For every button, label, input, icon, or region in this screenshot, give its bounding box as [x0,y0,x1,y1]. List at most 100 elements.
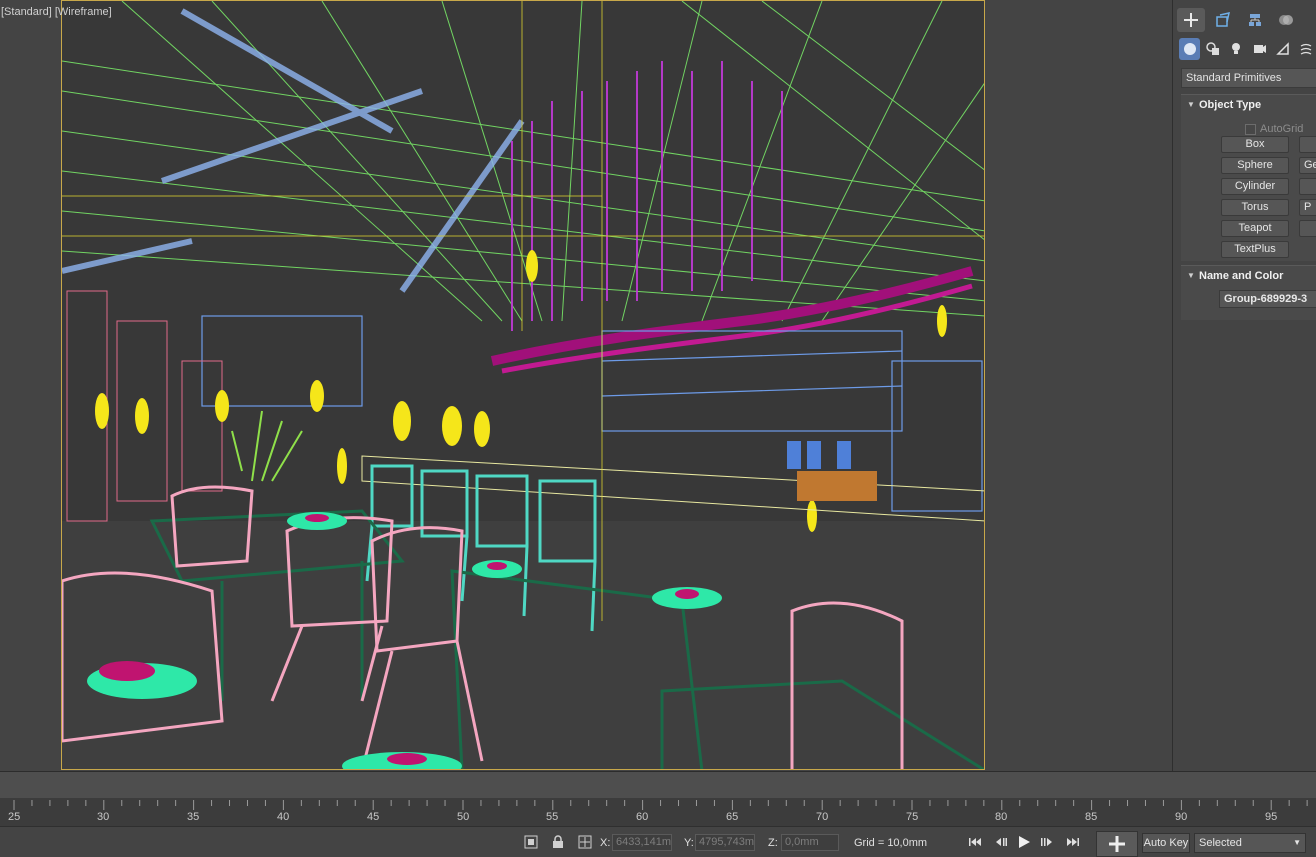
lock-button[interactable] [551,835,565,849]
shapes-subtab[interactable] [1202,38,1223,60]
autogrid-checkbox[interactable]: AutoGrid [1245,123,1303,135]
tick-label: 65 [726,811,739,823]
tick-label: 50 [457,811,470,823]
name-and-color-rollout: ▼ Name and Color Group-689929-3 [1181,265,1316,320]
x-coordinate-field[interactable]: 6433,141m [612,834,672,851]
name-and-color-title: Name and Color [1199,270,1284,282]
command-panel: Standard Primitives ▼ Object Type AutoGr… [1172,0,1316,771]
y-coordinate-field[interactable]: 4795,743m [695,834,755,851]
tick-label: 35 [187,811,200,823]
motion-icon [1279,15,1293,25]
transform-mode-button[interactable] [578,835,592,849]
tick-label: 85 [1085,811,1098,823]
grid-size: Grid = 10,0mm [854,837,928,849]
sphere-button[interactable]: Sphere [1221,157,1289,174]
tick-label: 90 [1175,811,1188,823]
track-bar[interactable]: 25 30 35 40 45 50 55 60 65 70 75 80 85 9… [0,798,1316,826]
tick-label: 45 [367,811,380,823]
tick-label: 25 [8,811,21,823]
category-dropdown[interactable]: Standard Primitives [1181,68,1316,88]
modify-icon [1216,12,1230,27]
lock-icon [553,835,563,848]
command-panel-tabs [1177,8,1316,34]
cameras-subtab[interactable] [1249,38,1270,60]
tick-label: 95 [1265,811,1278,823]
z-coordinate-field[interactable]: 0,0mm [781,834,839,851]
tick-label: 55 [546,811,559,823]
status-bar: X: 6433,141m Y: 4795,743m Z: 0,0mm Grid … [0,826,1316,857]
textplus-button[interactable]: TextPlus [1221,241,1289,258]
viewport-area[interactable]: [Standard] [Wireframe] [0,0,1170,771]
autogrid-label: AutoGrid [1260,123,1304,135]
name-and-color-header[interactable]: ▼ Name and Color [1181,266,1316,286]
selection-value: Selected [1199,837,1242,849]
teapot-button[interactable]: Teapot [1221,220,1289,237]
spacewarps-subtab[interactable] [1296,38,1316,60]
key-filter-selection-dropdown[interactable]: Selected ▼ [1194,833,1306,853]
viewport-label-standard[interactable]: [Standard] [1,6,52,18]
spacewarps-icon [1300,43,1312,55]
helpers-icon [1276,42,1289,55]
next-frame-icon [1041,838,1052,846]
viewport-label[interactable]: [Standard] [Wireframe] [1,6,112,18]
y-label: Y: [684,837,694,849]
geosphere-button[interactable]: Ge [1299,157,1316,174]
go-to-start-icon [969,838,981,846]
go-to-end-icon [1067,838,1079,846]
hierarchy-icon [1249,14,1261,26]
tick-label: 75 [906,811,919,823]
shapes-icon [1206,42,1219,55]
collapse-arrow-icon: ▼ [1187,100,1195,109]
geometry-icon [1183,43,1196,55]
tick-label: 40 [277,811,290,823]
next-frame-button[interactable] [1039,834,1057,850]
previous-frame-button[interactable] [991,834,1009,850]
isolate-selection-icon [524,835,538,849]
lights-subtab[interactable] [1226,38,1247,60]
plane-button[interactable] [1299,220,1316,237]
viewport-label-shading[interactable]: [Wireframe] [55,6,112,18]
selection-lock-toggle[interactable] [524,835,538,849]
create-subtabs [1179,38,1316,62]
create-icon [1184,13,1198,27]
create-tab[interactable] [1177,8,1205,32]
helpers-subtab[interactable] [1272,38,1293,60]
tick-label: 30 [97,811,110,823]
object-type-title: Object Type [1199,99,1262,111]
cameras-icon [1253,45,1266,53]
previous-frame-icon [996,838,1007,846]
box-button[interactable]: Box [1221,136,1289,153]
torus-button[interactable]: Torus [1221,199,1289,216]
set-key-icon [1109,836,1125,852]
tick-label: 70 [816,811,829,823]
collapse-arrow-icon: ▼ [1187,271,1195,280]
play-icon [1019,836,1030,848]
play-button[interactable] [1015,834,1033,850]
autogrid-checkbox-box[interactable] [1245,123,1256,135]
go-to-end-button[interactable] [1064,834,1082,850]
tick-label: 60 [636,811,649,823]
motion-tab[interactable] [1273,8,1301,32]
geometry-subtab[interactable] [1179,38,1201,60]
time-slider[interactable] [0,771,1316,799]
wireframe-scene [62,1,984,769]
x-label: X: [600,837,611,849]
object-type-header[interactable]: ▼ Object Type [1181,95,1316,115]
absolute-mode-icon [578,835,592,849]
tick-label: 80 [995,811,1008,823]
tube-button[interactable] [1299,178,1316,195]
cylinder-button[interactable]: Cylinder [1221,178,1289,195]
hierarchy-tab[interactable] [1241,8,1269,32]
lights-icon [1232,43,1241,54]
pyramid-button[interactable]: P [1299,199,1316,216]
perspective-viewport[interactable] [61,0,985,770]
auto-key-button[interactable]: Auto Key [1142,833,1190,853]
z-label: Z: [768,837,778,849]
go-to-start-button[interactable] [966,834,984,850]
object-name-field[interactable]: Group-689929-3 [1219,290,1316,308]
dropdown-arrow-icon: ▼ [1293,838,1301,847]
object-type-rollout: ▼ Object Type AutoGrid Box Sphere Cylind… [1181,94,1316,261]
set-key-button[interactable] [1096,831,1138,857]
modify-tab[interactable] [1209,8,1237,32]
cone-button[interactable] [1299,136,1316,153]
